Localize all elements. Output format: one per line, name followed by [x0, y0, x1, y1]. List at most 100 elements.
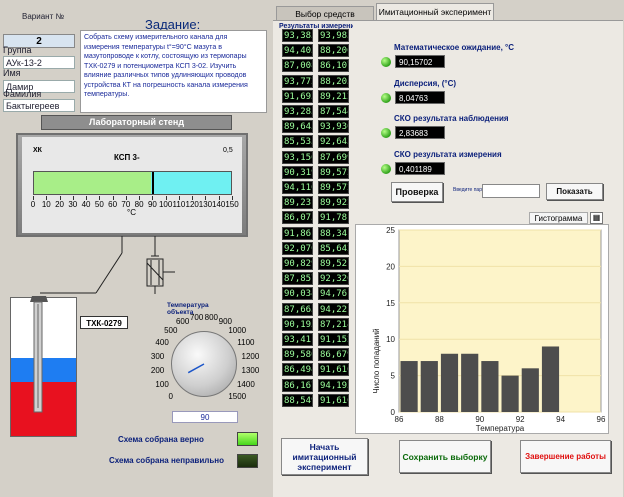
measurement-value: 86,494 [282, 363, 313, 377]
task-text: Собрать схему измерительного канала для … [84, 33, 248, 98]
start-experiment-button[interactable]: Начать имитационный эксперимент [281, 438, 368, 475]
measurement-value: 90,829 [282, 257, 313, 270]
measurement-value: 86,167 [282, 378, 313, 392]
surname-label: Фамилия [3, 89, 42, 99]
measurement-value: 91,781 [318, 211, 349, 225]
x-tick-label: 90 [475, 415, 484, 424]
y-tick-label: 25 [386, 226, 395, 235]
measurement-value: 94,761 [318, 287, 349, 301]
scale-pointer [152, 172, 154, 194]
y-tick-label: 15 [386, 299, 395, 308]
measurement-value: 89,645 [282, 120, 313, 134]
measurement-value: 87,663 [282, 302, 313, 316]
instrument-scale-bar [33, 171, 232, 195]
measurement-value: 88,341 [318, 226, 349, 240]
status-bad-led [237, 454, 258, 468]
histogram-bar [541, 346, 560, 412]
x-axis-label: Температура [476, 424, 525, 433]
y-tick-label: 5 [391, 372, 396, 381]
save-sample-button[interactable]: Сохранить выборку [399, 440, 491, 473]
measurement-value: 93,772 [282, 74, 313, 88]
stat-value: 0,401189 [395, 162, 445, 175]
name-label: Имя [3, 68, 21, 78]
measurement-value: 91,616 [318, 393, 349, 407]
measurement-value: 90,319 [282, 165, 313, 179]
stat-label: Математическое ожидание, °C [394, 43, 514, 52]
histogram-bar [521, 368, 539, 412]
measurement-value: 91,693 [282, 89, 313, 103]
lab-stand-title: Лабораторный стенд [41, 115, 232, 130]
measurement-value: 93,385 [282, 29, 313, 42]
surname-field[interactable]: Бактыгереев [3, 99, 75, 112]
measurement-value: 88,549 [282, 393, 313, 407]
histogram-tool-icon[interactable]: ▦ [590, 212, 603, 224]
measurement-value: 91,616 [318, 363, 349, 377]
x-tick-label: 86 [395, 415, 404, 424]
measurement-value: 93,983 [318, 29, 349, 42]
instrument-class-label: 0,5 [223, 147, 233, 154]
histogram-tab[interactable]: Гистограмма [529, 212, 588, 224]
measurement-value: 92,070 [282, 241, 313, 255]
measurement-value: 90,195 [282, 317, 313, 331]
histogram-chart: 051015202586 88 90 92 94 96ТемператураЧисло п… [372, 226, 606, 433]
measurement-value: 91,152 [318, 333, 349, 346]
measurement-value: 92,643 [318, 135, 349, 149]
histogram-bar [461, 353, 479, 412]
scale-fill-right [151, 172, 231, 194]
measurement-value: 94,403 [282, 44, 313, 58]
measurement-value: 89,212 [318, 89, 349, 103]
measurement-value: 88,205 [318, 74, 349, 88]
measurement-value: 88,206 [318, 44, 349, 58]
measurement-value: 91,861 [282, 226, 313, 240]
measurement-value: 93,936 [318, 120, 349, 134]
y-axis-label: Число попаданий [372, 328, 381, 393]
instrument-model-label: КСП 3- [114, 153, 140, 162]
measurement-value: 86,679 [318, 348, 349, 362]
measurement-value: 89,580 [282, 348, 313, 362]
show-button[interactable]: Показать [546, 183, 603, 200]
stat-label: Дисперсия, (°C) [394, 79, 457, 88]
measurement-value: 85,535 [282, 135, 313, 149]
measurement-value: 92,326 [318, 272, 349, 286]
measurement-value: 85,642 [318, 241, 349, 255]
check-button[interactable]: Проверка [391, 182, 443, 202]
measurement-value: 94,110 [282, 181, 313, 194]
instrument-type-label: ХК [33, 147, 42, 154]
knob-title: Температура объекта [167, 302, 209, 316]
histogram-bar [400, 361, 418, 412]
knob-indicator [187, 363, 205, 374]
stat-led-icon [381, 93, 391, 103]
variant-label: Вариант № [22, 12, 65, 21]
measurement-value: 94,193 [318, 378, 349, 392]
x-tick-label: 94 [556, 415, 565, 424]
group-label: Группа [3, 45, 32, 55]
status-ok-label: Схема собрана верно [118, 435, 204, 444]
finish-button[interactable]: Завершение работы [520, 440, 611, 473]
measurement-value: 87,214 [318, 317, 349, 331]
measurement-value: 89,231 [282, 196, 313, 210]
status-bad-label: Схема собрана неправильно [109, 456, 224, 465]
measurement-value: 93,285 [282, 105, 313, 118]
password-input[interactable] [482, 184, 540, 198]
thermocouple-tag: ТХК-0279 [80, 316, 128, 329]
knob-value-display[interactable]: 90 [172, 411, 238, 423]
stat-value: 8,04763 [395, 91, 445, 104]
stat-label: СКО результата измерения [394, 150, 502, 159]
thermocouple-icon [30, 296, 48, 413]
measurement-value: 93,156 [282, 150, 313, 164]
y-tick-label: 20 [386, 262, 395, 271]
x-tick-label: 88 [435, 415, 444, 424]
stat-label: СКО результата наблюдения [394, 114, 509, 123]
stat-led-icon [381, 164, 391, 174]
measurement-value: 86,075 [282, 211, 313, 225]
measurement-value: 86,107 [318, 59, 349, 73]
measurement-value: 90,034 [282, 287, 313, 301]
histogram-bar [420, 361, 438, 412]
histogram-bar [481, 361, 499, 412]
histogram-bar [440, 353, 459, 412]
y-tick-label: 10 [386, 335, 395, 344]
tab-select-instruments[interactable]: Выбор средств измерения [276, 6, 374, 33]
tab-simulation[interactable]: Имитационный эксперимент [376, 3, 494, 20]
scale-fill-left [34, 172, 153, 194]
measurement-value: 93,411 [282, 333, 313, 346]
